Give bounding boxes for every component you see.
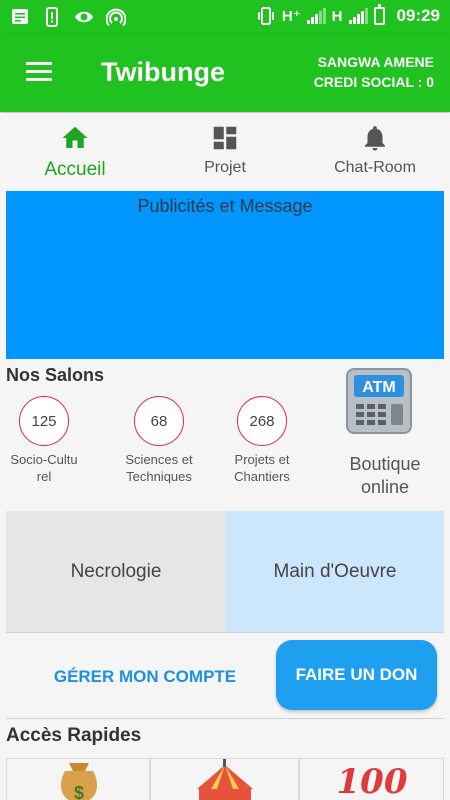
salon-count: 268 [237, 396, 287, 446]
salon-projets-chantiers[interactable]: 268 Projets et Chantiers [219, 396, 305, 485]
network-type-2: H [331, 7, 343, 25]
status-bar: H⁺ H 09:29 [0, 0, 450, 34]
banner-text: Publicités et Message [137, 196, 313, 216]
salons-title: Nos Salons [6, 365, 105, 385]
quick-access-title: Accès Rapides [6, 725, 142, 746]
tab-bar: Accueil Projet Chat-Room [0, 113, 450, 191]
vibrate-icon [257, 7, 274, 25]
notification-icons [10, 7, 126, 27]
money-bag-icon: $ [60, 763, 98, 800]
tab-label: Projet [204, 159, 246, 176]
hotspot-icon [106, 8, 126, 27]
bell-icon [365, 126, 385, 151]
app-title: Twibunge [101, 57, 225, 87]
donate-button[interactable]: FAIRE UN DON [276, 640, 437, 710]
main-oeuvre-button[interactable]: Main d'Oeuvre [226, 511, 444, 632]
tab-accueil[interactable]: Accueil [0, 113, 150, 191]
salon-socio-culturel[interactable]: 125 Socio-Cultu rel [2, 396, 86, 485]
network-type-1: H⁺ [281, 8, 301, 25]
social-credit: CREDI SOCIAL : 0 [313, 74, 434, 90]
quick-access-circus[interactable] [150, 758, 299, 800]
system-icons: H⁺ H 09:29 [256, 4, 440, 26]
home-icon [62, 126, 88, 148]
ads-banner[interactable]: Publicités et Message [6, 191, 444, 359]
necrologie-label: Necrologie [70, 560, 162, 582]
salon-sciences-techniques[interactable]: 68 Sciences et Techniques [116, 396, 202, 485]
divider [6, 718, 444, 719]
app-bar: Twibunge SANGWA AMENE CREDI SOCIAL : 0 [0, 34, 450, 112]
signal-icon-2 [348, 8, 368, 24]
main-oeuvre-label: Main d'Oeuvre [273, 560, 397, 582]
tab-label: Chat-Room [334, 159, 416, 176]
tab-label: Accueil [44, 159, 106, 180]
message-icon [12, 9, 28, 24]
salon-label: Projets et Chantiers [234, 452, 290, 484]
svg-text:ATM: ATM [362, 379, 395, 396]
salon-label: Socio-Cultu rel [10, 452, 78, 484]
svg-text:100: 100 [337, 762, 408, 800]
phone-alert-icon [46, 7, 58, 27]
salon-count: 68 [134, 396, 184, 446]
menu-icon[interactable] [26, 62, 54, 84]
manage-account-button[interactable]: GÉRER MON COMPTE [30, 660, 260, 694]
signal-icon [306, 8, 326, 24]
salon-label: Sciences et Techniques [125, 452, 193, 484]
clock: 09:29 [396, 6, 440, 25]
salon-count: 125 [19, 396, 69, 446]
boutique-online[interactable]: Boutique online [320, 453, 450, 499]
quick-access-hundred[interactable]: 100 [299, 758, 444, 800]
divider [6, 632, 444, 633]
eye-icon [75, 11, 93, 23]
user-name: SANGWA AMENE [317, 54, 434, 70]
hundred-points-icon: 100 [337, 762, 408, 800]
quick-access-money[interactable]: $ [6, 758, 150, 800]
necrologie-button[interactable]: Necrologie [6, 511, 226, 632]
circus-tent-icon [197, 759, 253, 800]
dashboard-icon [213, 126, 237, 150]
donate-label: FAIRE UN DON [295, 665, 418, 684]
svg-text:$: $ [74, 783, 84, 800]
tab-projet[interactable]: Projet [150, 113, 300, 191]
tab-chat-room[interactable]: Chat-Room [300, 113, 450, 191]
atm-icon[interactable]: ATM [346, 368, 412, 434]
battery-icon [373, 4, 385, 25]
